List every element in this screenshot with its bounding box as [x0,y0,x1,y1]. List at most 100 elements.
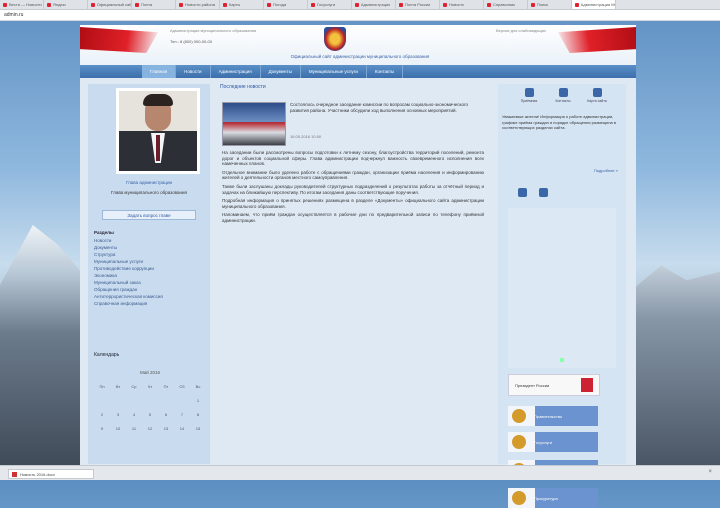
accessibility-link[interactable]: Версия для слабовидящих [496,28,546,33]
calendar-weekday: Вт [115,383,121,389]
calendar-month: Май 2016 [139,370,161,375]
calendar-day[interactable]: 5 [142,407,158,421]
browser-tab[interactable]: Поиск [528,0,572,9]
tab-favicon-icon [179,2,183,7]
browser-tab[interactable]: Справочник [484,0,528,9]
sidebar-menu-item[interactable]: Противодействие коррупции [94,265,206,272]
sidebar-menu-item[interactable]: Обращения граждан [94,286,206,293]
news-lead-link[interactable]: Состоялось очередное заседание комиссии … [290,102,484,114]
browser-tab[interactable]: Почта России [396,0,440,9]
news-heading: Последние новости [220,84,266,90]
tab-title: Яндекс [53,2,67,7]
tab-title: Госуслуги [317,2,336,7]
coat-of-arms-icon [581,378,593,392]
partner-banner[interactable]: Прокуратура [508,488,598,508]
more-link[interactable]: Подробнее » [594,168,618,173]
tab-favicon-icon [3,2,7,7]
sidebar-menu-item[interactable]: Муниципальные услуги [94,258,206,265]
building-icon [592,88,602,97]
sidebar-menu-item[interactable]: Справочная информация [94,300,206,307]
url-text[interactable]: admin.ru [4,12,23,18]
quick-links: Приёмная Контакты Карта сайта [512,88,614,103]
calendar-grid: Пн Вт Ср Чт Пт Сб Вс 1 2 3 4 5 6 7 8 9 10 11 12 13 14 15 [94,379,206,435]
calendar-day[interactable]: 7 [174,407,190,421]
browser-tab[interactable]: Яндекс [44,0,88,9]
news-thumbnail-image[interactable] [222,102,286,146]
person-name-link[interactable]: Глава администрации [92,180,206,185]
calendar-day[interactable]: 13 [158,421,174,435]
calendar-day[interactable]: 4 [126,407,142,421]
flag-left-decoration [80,27,158,53]
banner-label: Президент России [515,382,550,388]
coat-of-arms-icon[interactable] [324,27,346,51]
people-icon[interactable] [539,188,548,197]
calendar-weekday: Чт [147,383,153,389]
calendar-day[interactable]: 9 [94,421,110,435]
calendar-day[interactable]: 3 [110,407,126,421]
calendar-title: Календарь [94,352,120,358]
partner-banner[interactable]: Президент России [508,374,600,396]
tab-title: Администрация МО [580,2,615,7]
sidebar-menu-item[interactable]: Новости [94,237,206,244]
calendar-day[interactable]: 2 [94,407,110,421]
sidebar-menu-item[interactable]: Антитеррористическая комиссия [94,293,206,300]
close-download-bar-button[interactable]: × [708,469,712,475]
news-paragraph: На заседании были рассмотрены вопросы по… [222,150,484,167]
partner-banner[interactable]: Правительство [508,406,598,426]
browser-tab[interactable]: Погода [264,0,308,9]
news-paragraph: Напоминаем, что приём граждан осуществля… [222,212,484,223]
secondary-icons [512,188,554,197]
quick-link[interactable]: Контакты [546,88,580,103]
calendar-day[interactable]: 15 [190,421,206,435]
nav-item[interactable]: Документы [261,65,301,78]
ask-question-button[interactable]: Задать вопрос главе [102,210,196,220]
calendar-day[interactable]: 11 [126,421,142,435]
quick-link[interactable]: Карта сайта [580,88,614,103]
sidebar-menu-item[interactable]: Структура [94,251,206,258]
calendar-day[interactable]: 6 [158,407,174,421]
tab-title: Погода [273,2,287,7]
tab-favicon-icon [91,2,95,7]
browser-tab[interactable]: Администрация МО [572,0,616,9]
nav-item[interactable]: Муниципальные услуги [301,65,367,78]
nav-item[interactable]: Контакты [367,65,404,78]
browser-tab[interactable]: Новости [440,0,484,9]
partner-banner[interactable]: Госуслуги [508,432,598,452]
calendar-weekday: Ср [131,383,137,389]
calendar-day[interactable]: 10 [110,421,126,435]
news-paragraph: Также были заслушаны доклады руководител… [222,183,484,195]
news-body: На заседании были рассмотрены вопросы по… [222,150,484,227]
calendar-weekday: Вс [195,383,201,389]
calendar-day[interactable]: 12 [142,421,158,435]
download-bar: Новость 2016.docx × [0,465,720,480]
emblem-icon [512,491,526,505]
tab-title: Новости района [185,2,215,7]
address-bar[interactable]: admin.ru [0,10,720,21]
browser-tab[interactable]: Почта [132,0,176,9]
browser-tab[interactable]: Карты [220,0,264,9]
calendar-day[interactable]: 14 [174,421,190,435]
browser-tab[interactable]: Госуслуги [308,0,352,9]
tab-title: Вести — Новости [9,2,42,7]
document-icon [12,471,17,477]
nav-item[interactable]: Администрация [211,65,261,78]
calendar-day[interactable]: 8 [190,407,206,421]
browser-tab[interactable]: Администрация [352,0,396,9]
sidebar-menu-item[interactable]: Муниципальный заказ [94,279,206,286]
tab-favicon-icon [223,2,227,7]
tab-favicon-icon [399,2,403,7]
browser-tab[interactable]: Вести — Новости [0,0,44,9]
document-icon[interactable] [518,188,527,197]
quick-link[interactable]: Приёмная [512,88,546,103]
browser-tab[interactable]: Новости района [176,0,220,9]
nav-item[interactable]: Главная [142,65,177,78]
download-filename: Новость 2016.docx [20,471,55,477]
sidebar-menu-item[interactable]: Экономика [94,272,206,279]
calendar-day[interactable]: 1 [190,393,206,407]
sidebar-menu-item[interactable]: Документы [94,244,206,251]
download-item[interactable]: Новость 2016.docx [8,469,94,479]
browser-tab[interactable]: Официальный сайт [88,0,132,9]
embedded-widget [508,208,616,368]
nav-item[interactable]: Новости [176,65,211,78]
header-top-left-text: Администрация муниципального образования [170,28,257,33]
